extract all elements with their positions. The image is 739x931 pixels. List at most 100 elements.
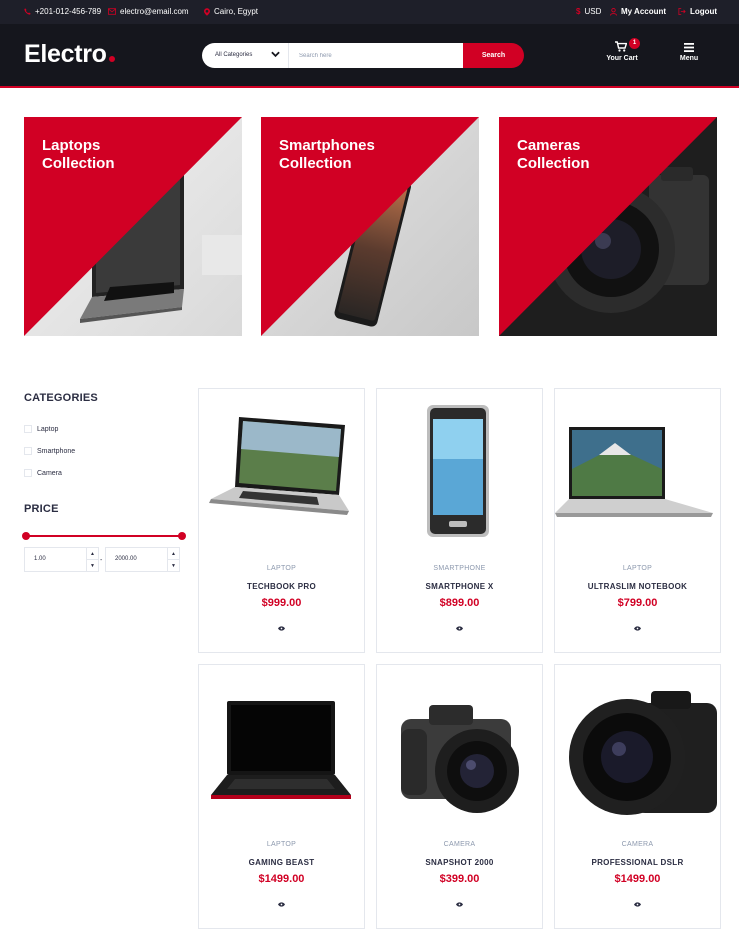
top-bar: +201-012-456-789 electro@email.com Cairo… [0, 0, 739, 24]
product-category: CAMERA [621, 841, 654, 848]
product-image-laptop [211, 701, 351, 799]
product-price: $399.00 [439, 873, 480, 885]
checkbox-box[interactable] [24, 447, 32, 455]
price-max-input[interactable]: 2000.00 ▲ ▼ [105, 547, 180, 572]
eye-icon[interactable] [278, 626, 285, 633]
logout-icon [678, 8, 686, 15]
product-price: $1499.00 [258, 873, 305, 885]
logo-text: Electro [24, 40, 107, 68]
collection-title: Cameras Collection [517, 137, 697, 173]
eye-icon[interactable] [278, 902, 285, 909]
location-text: Cairo, Egypt [214, 7, 259, 16]
phone-text: +201-012-456-789 [35, 7, 102, 16]
cart-icon [615, 41, 628, 54]
product-category: LAPTOP [622, 565, 653, 572]
eye-icon[interactable] [456, 626, 463, 633]
logout-link[interactable]: Logout [678, 7, 717, 16]
phone-icon [24, 8, 31, 15]
product-price: $799.00 [617, 597, 658, 609]
product-card[interactable]: SMARTPHONE SMARTPHONE X $899.00 [376, 388, 543, 653]
category-checkbox-laptop[interactable]: Laptop [24, 425, 58, 433]
price-slider-max-handle[interactable] [178, 532, 186, 540]
site-logo[interactable]: Electro [24, 40, 115, 69]
product-image-camera [569, 691, 717, 815]
search-form: All Categories Search [202, 43, 524, 68]
product-image-laptop [209, 417, 349, 515]
search-input[interactable] [289, 43, 463, 68]
price-slider-track[interactable] [24, 535, 182, 537]
product-name[interactable]: TECHBOOK PRO [199, 582, 364, 591]
product-name[interactable]: SNAPSHOT 2000 [377, 858, 542, 867]
product-name[interactable]: ULTRASLIM NOTEBOOK [555, 582, 720, 591]
currency-link[interactable]: $ USD [576, 7, 601, 16]
eye-icon[interactable] [456, 902, 463, 909]
menu-icon [684, 43, 694, 54]
menu-button[interactable]: Menu [674, 40, 704, 68]
product-image-laptop [555, 427, 713, 517]
category-label: Camera [37, 469, 62, 477]
product-price: $899.00 [439, 597, 480, 609]
collection-title-line2: Collection [279, 155, 352, 172]
collection-cameras[interactable]: Cameras Collection [499, 117, 717, 336]
price-min-value[interactable]: 1.00 [34, 556, 46, 562]
search-button[interactable]: Search [463, 43, 524, 68]
email-text: electro@email.com [120, 7, 189, 16]
collection-laptops[interactable]: Laptops Collection [24, 117, 242, 336]
envelope-icon [108, 8, 116, 15]
price-max-value[interactable]: 2000.00 [115, 556, 137, 562]
categories-heading: CATEGORIES [24, 392, 98, 404]
price-range-separator: - [100, 557, 103, 564]
product-name[interactable]: PROFESSIONAL DSLR [555, 858, 720, 867]
product-name[interactable]: SMARTPHONE X [377, 582, 542, 591]
cart-label: Your Cart [596, 55, 648, 62]
product-price: $999.00 [261, 597, 302, 609]
price-max-up-button[interactable]: ▲ [167, 548, 179, 560]
collection-title: Laptops Collection [42, 137, 222, 173]
email-link[interactable]: electro@email.com [108, 7, 189, 16]
header-accent-line [0, 86, 739, 88]
category-select-value: All Categories [215, 52, 253, 58]
collection-title-line2: Collection [42, 155, 115, 172]
product-card[interactable]: CAMERA SNAPSHOT 2000 $399.00 [376, 664, 543, 929]
category-checkbox-camera[interactable]: Camera [24, 469, 62, 477]
collection-title-line1: Laptops [42, 137, 101, 154]
phone-link[interactable]: +201-012-456-789 [24, 7, 101, 16]
category-select[interactable]: All Categories [202, 43, 289, 68]
product-card[interactable]: CAMERA PROFESSIONAL DSLR $1499.00 [554, 664, 721, 929]
price-min-down-button[interactable]: ▼ [86, 560, 98, 572]
cart-label-text: Your Cart [606, 55, 638, 62]
price-min-up-button[interactable]: ▲ [86, 548, 98, 560]
logo-dot [108, 56, 115, 62]
collection-title-line1: Cameras [517, 137, 581, 154]
collection-smartphones[interactable]: Smartphones Collection [261, 117, 479, 336]
checkbox-box[interactable] [24, 469, 32, 477]
my-account-text: My Account [621, 7, 667, 16]
currency-text: USD [584, 7, 602, 16]
product-category: SMARTPHONE [433, 565, 486, 572]
cart-button[interactable]: 1 Your Cart [596, 38, 648, 68]
menu-label: Menu [679, 55, 699, 62]
product-card[interactable]: LAPTOP GAMING BEAST $1499.00 [198, 664, 365, 929]
price-min-input[interactable]: 1.00 ▲ ▼ [24, 547, 99, 572]
product-card[interactable]: LAPTOP ULTRASLIM NOTEBOOK $799.00 [554, 388, 721, 653]
chevron-down-icon [271, 51, 280, 60]
location-link[interactable]: Cairo, Egypt [204, 7, 258, 16]
product-image-camera [401, 705, 519, 813]
product-card[interactable]: LAPTOP TECHBOOK PRO $999.00 [198, 388, 365, 653]
product-name[interactable]: GAMING BEAST [199, 858, 364, 867]
category-checkbox-smartphone[interactable]: Smartphone [24, 447, 75, 455]
dollar-icon: $ [576, 6, 581, 16]
logout-text: Logout [690, 7, 718, 16]
product-category: LAPTOP [266, 565, 297, 572]
price-slider-min-handle[interactable] [22, 532, 30, 540]
cart-count-badge: 1 [629, 38, 640, 49]
my-account-link[interactable]: My Account [610, 7, 666, 16]
checkbox-box[interactable] [24, 425, 32, 433]
eye-icon[interactable] [634, 902, 641, 909]
eye-icon[interactable] [634, 626, 641, 633]
price-max-down-button[interactable]: ▼ [167, 560, 179, 572]
price-slider[interactable] [22, 532, 186, 542]
price-heading: PRICE [24, 503, 59, 515]
category-label: Smartphone [37, 447, 76, 455]
product-category: CAMERA [443, 841, 476, 848]
